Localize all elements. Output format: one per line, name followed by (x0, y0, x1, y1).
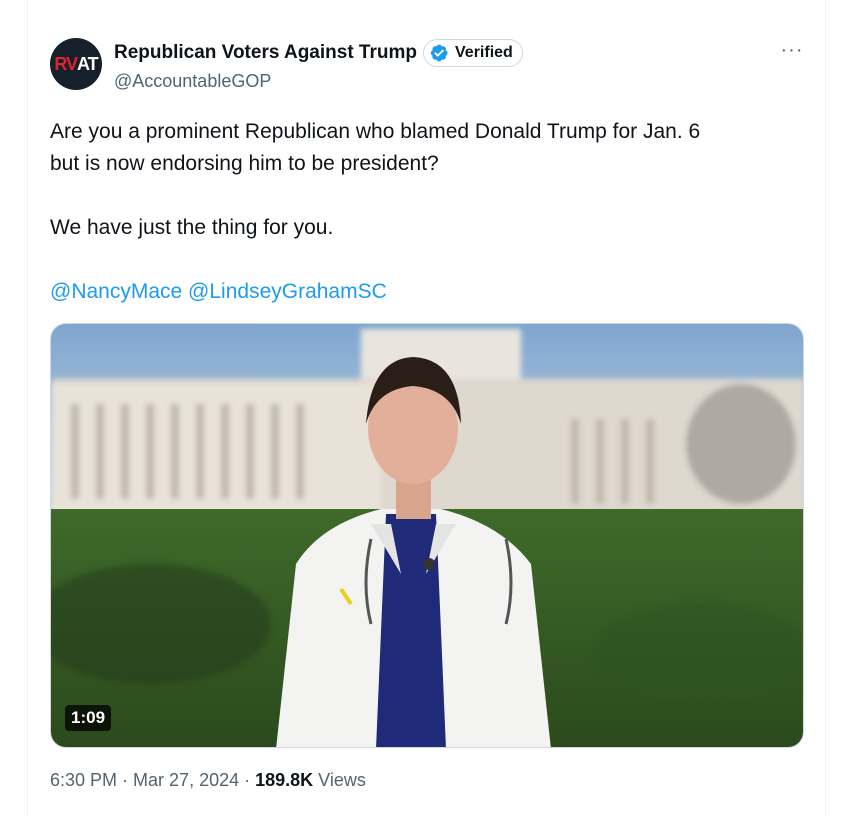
views-count[interactable]: 189.8K (255, 770, 313, 791)
meta-separator: · (122, 770, 129, 790)
verified-label: Verified (455, 44, 513, 61)
video-thumbnail (51, 324, 803, 747)
tweet-text: Are you a prominent Republican who blame… (50, 116, 790, 308)
verified-badge[interactable]: Verified (423, 39, 523, 67)
avatar-logo-white: AT (77, 53, 99, 74)
author-handle[interactable]: @AccountableGOP (114, 71, 271, 92)
more-options-icon[interactable]: ··· (780, 38, 804, 62)
tweet-mentions: @NancyMace @LindseyGrahamSC (50, 276, 790, 308)
mention-link[interactable]: @LindseyGrahamSC (188, 280, 387, 303)
verified-check-icon (430, 44, 448, 62)
video-player[interactable]: 1:09 (50, 323, 804, 748)
tweet-meta: 6:30 PM · Mar 27, 2024 · 189.8K Views (50, 770, 366, 791)
video-duration: 1:09 (65, 705, 112, 731)
tweet-text-line: Are you a prominent Republican who blame… (50, 120, 701, 143)
avatar-logo-red: RV (54, 53, 78, 74)
author-name-row: Republican Voters Against Trump Verified (114, 38, 523, 68)
tweet-date[interactable]: Mar 27, 2024 (133, 770, 239, 791)
meta-separator: · (244, 770, 251, 790)
author-display-name[interactable]: Republican Voters Against Trump (114, 42, 417, 64)
views-label: Views (318, 770, 366, 790)
mention-link[interactable]: @NancyMace (50, 280, 182, 303)
avatar[interactable]: RV AT (50, 38, 102, 90)
tweet-time[interactable]: 6:30 PM (50, 770, 117, 791)
tweet-text-line: but is now endorsing him to be president… (50, 152, 439, 175)
tweet-text-line: We have just the thing for you. (50, 216, 334, 239)
